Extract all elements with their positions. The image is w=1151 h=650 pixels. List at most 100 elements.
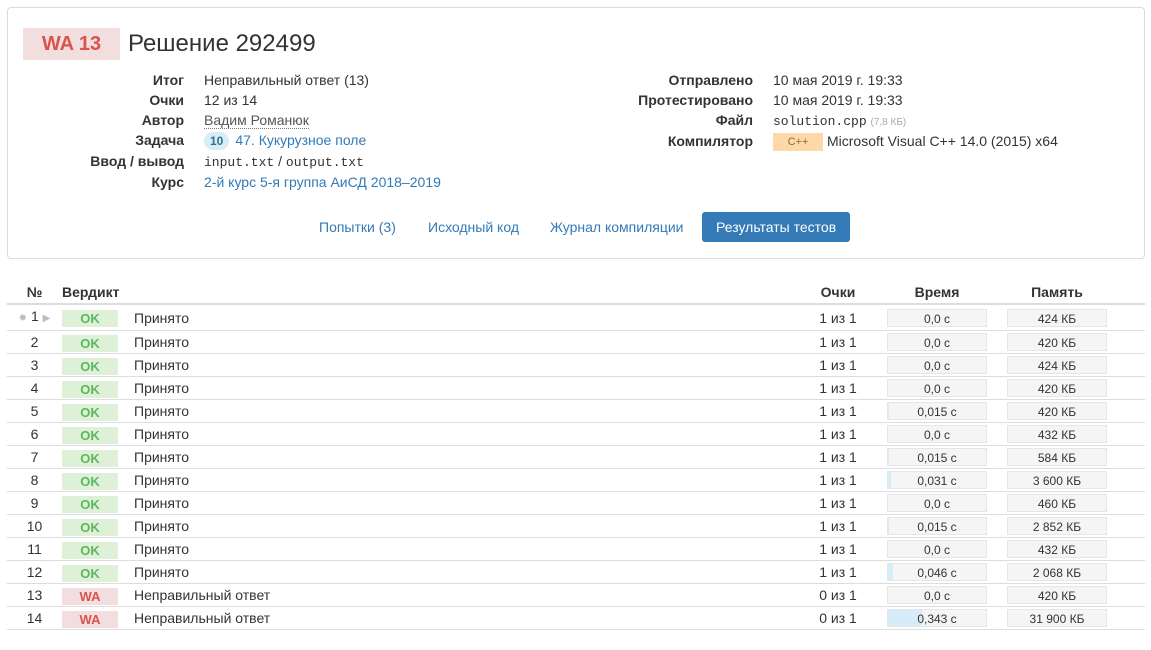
file-row: Файл [8, 110, 753, 130]
compiler-name: Microsoft Visual C++ 14.0 (2015) x64 [827, 133, 1058, 149]
verdict-badge: OK [62, 564, 118, 582]
table-row[interactable]: 7 OK Принято 1 из 1 0,015 с 584 КБ [7, 445, 1145, 469]
time-cell: 0,015 с [877, 399, 997, 423]
test-number: 12 [26, 564, 43, 580]
row-spacer [1117, 583, 1145, 607]
play-icon[interactable]: ▶ [43, 313, 51, 324]
table-row[interactable]: ✸ 1 ▶ OK Принято 1 из 1 0,0 с 424 КБ [7, 304, 1145, 331]
tab-attempts[interactable]: Попытки (3) [319, 212, 396, 242]
memory-bar: 420 КБ [1007, 333, 1107, 351]
memory-cell: 432 КБ [997, 422, 1117, 446]
verdict-badge: OK [62, 310, 118, 328]
test-number-cell: 8 [7, 468, 62, 492]
verdict-badge: OK [62, 541, 118, 559]
time-value: 0,0 с [923, 497, 950, 511]
table-row[interactable]: 11 OK Принято 1 из 1 0,0 с 432 КБ [7, 537, 1145, 561]
points-cell: 1 из 1 [799, 353, 877, 377]
verdict-cell: WA [62, 583, 134, 607]
memory-cell: 2 852 КБ [997, 514, 1117, 538]
gear-icon[interactable]: ✸ [19, 313, 27, 324]
tested-row: Протестировано [8, 90, 753, 110]
table-row[interactable]: 4 OK Принято 1 из 1 0,0 с 420 КБ [7, 376, 1145, 400]
verdict-description: Неправильный ответ [134, 606, 799, 630]
memory-cell: 31 900 КБ [997, 606, 1117, 630]
course-row: Курс [8, 172, 184, 192]
verdict-cell: OK [62, 491, 134, 515]
verdict-description: Принято [134, 399, 799, 423]
tab-test-results[interactable]: Результаты тестов [702, 212, 851, 242]
table-row[interactable]: 14 WA Неправильный ответ 0 из 1 0,343 с 31 90… [7, 606, 1145, 630]
memory-bar: 420 КБ [1007, 586, 1107, 604]
table-header-row: № Вердикт Очки Время Память [7, 282, 1145, 305]
verdict-badge: WA [62, 587, 118, 605]
test-number: 11 [27, 541, 42, 557]
row-spacer [1117, 399, 1145, 423]
table-row[interactable]: 10 OK Принято 1 из 1 0,015 с 2 852 КБ [7, 514, 1145, 538]
memory-cell: 420 КБ [997, 399, 1117, 423]
table-row[interactable]: 13 WA Неправильный ответ 0 из 1 0,0 с 420 КБ [7, 583, 1145, 607]
time-bar-fill [888, 564, 893, 580]
time-bar: 0,0 с [887, 308, 987, 327]
io-value: input.txt / output.txt [204, 151, 364, 171]
table-row[interactable]: 12 OK Принято 1 из 1 0,046 с 2 068 КБ [7, 560, 1145, 584]
time-value: 0,0 с [923, 382, 950, 396]
verdict-description: Принято [134, 422, 799, 446]
time-value: 0,015 с [917, 520, 957, 534]
points-cell: 1 из 1 [799, 537, 877, 561]
table-row[interactable]: 8 OK Принято 1 из 1 0,031 с 3 600 КБ [7, 468, 1145, 492]
tested-label: Протестировано [638, 92, 753, 108]
test-number-cell: ✸ 1 ▶ [7, 304, 62, 331]
table-row[interactable]: 2 OK Принято 1 из 1 0,0 с 420 КБ [7, 330, 1145, 354]
solution-tabs: Попытки (3) Исходный код Журнал компиляц… [8, 212, 1144, 242]
verdict-badge: OK [62, 518, 118, 536]
memory-bar: 424 КБ [1007, 308, 1107, 327]
test-number-cell: 3 [7, 353, 62, 377]
time-bar: 0,046 с [887, 563, 987, 581]
memory-value: 420 КБ [1037, 405, 1077, 419]
time-bar: 0,015 с [887, 448, 987, 466]
row-spacer [1117, 445, 1145, 469]
row-spacer [1117, 468, 1145, 492]
points-cell: 1 из 1 [799, 399, 877, 423]
points-cell: 1 из 1 [799, 422, 877, 446]
memory-cell: 460 КБ [997, 491, 1117, 515]
io-row: Ввод / вывод [8, 151, 184, 171]
table-row[interactable]: 5 OK Принято 1 из 1 0,015 с 420 КБ [7, 399, 1145, 423]
test-number: 13 [26, 587, 43, 603]
verdict-badge: OK [62, 403, 118, 421]
test-number: 6 [30, 426, 39, 442]
time-value: 0,0 с [923, 543, 950, 557]
language-badge: C++ [773, 133, 823, 152]
time-cell: 0,015 с [877, 445, 997, 469]
verdict-cell: OK [62, 514, 134, 538]
table-row[interactable]: 9 OK Принято 1 из 1 0,0 с 460 КБ [7, 491, 1145, 515]
tab-compile-log[interactable]: Журнал компиляции [550, 212, 683, 242]
course-link[interactable]: 2-й курс 5-я группа АиСД 2018–2019 [204, 174, 441, 190]
verdict-cell: OK [62, 422, 134, 446]
file-value: solution.cpp (7,8 КБ) [773, 110, 906, 130]
tab-source[interactable]: Исходный код [428, 212, 519, 242]
memory-value: 432 КБ [1037, 428, 1077, 442]
verdict-cell: OK [62, 376, 134, 400]
time-value: 0,015 с [917, 405, 957, 419]
points-cell: 1 из 1 [799, 468, 877, 492]
table-row[interactable]: 6 OK Принято 1 из 1 0,0 с 432 КБ [7, 422, 1145, 446]
io-label: Ввод / вывод [90, 153, 184, 169]
memory-value: 420 КБ [1037, 382, 1077, 396]
verdict-badge: OK [62, 472, 118, 490]
row-spacer [1117, 353, 1145, 377]
test-number-cell: 5 [7, 399, 62, 423]
row-spacer [1117, 606, 1145, 630]
time-value: 0,046 с [917, 566, 957, 580]
verdict-cell: OK [62, 399, 134, 423]
time-cell: 0,0 с [877, 353, 997, 377]
verdict-cell: OK [62, 537, 134, 561]
verdict-cell: OK [62, 560, 134, 584]
test-number: 7 [30, 449, 39, 465]
time-bar: 0,343 с [887, 609, 987, 627]
memory-bar: 3 600 КБ [1007, 471, 1107, 489]
time-bar: 0,015 с [887, 517, 987, 535]
test-number: 9 [30, 495, 39, 511]
test-number-cell: 2 [7, 330, 62, 354]
table-row[interactable]: 3 OK Принято 1 из 1 0,0 с 424 КБ [7, 353, 1145, 377]
